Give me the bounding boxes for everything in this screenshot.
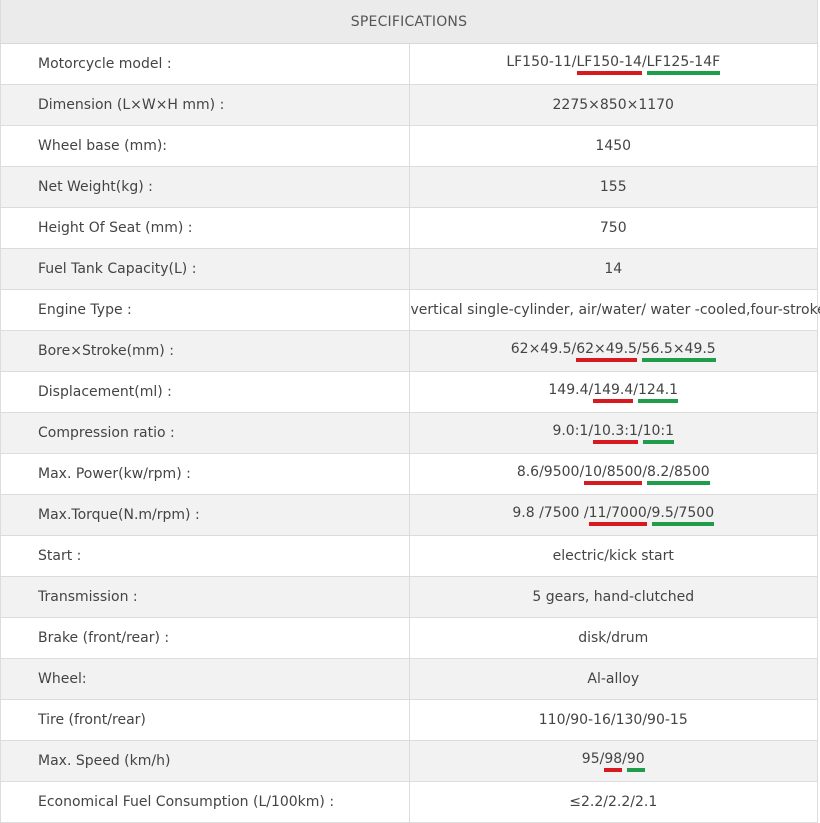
spec-value: disk/drum (409, 618, 818, 659)
value-segment: vertical single-cylinder, air/water/ wat… (411, 301, 820, 319)
table-row: Fuel Tank Capacity(L) : 14 (1, 249, 818, 290)
table-row: Transmission : 5 gears, hand-clutched (1, 577, 818, 618)
spec-label: Wheel base (mm): (1, 126, 410, 167)
spec-label: Dimension (L×W×H mm) : (1, 85, 410, 126)
spec-value: 750 (409, 208, 818, 249)
spec-label: Compression ratio : (1, 413, 410, 454)
value-segment: 95/ (582, 750, 605, 768)
table-row: Wheel: Al-alloy (1, 659, 818, 700)
table-row: Wheel base (mm): 1450 (1, 126, 818, 167)
value-segment-green-underlined: LF125-14F (647, 53, 721, 75)
spec-label: Fuel Tank Capacity(L) : (1, 249, 410, 290)
table-row: Motorcycle model :LF150-11/LF150-14/LF12… (1, 44, 818, 85)
table-row: Engine Type :vertical single-cylinder, a… (1, 290, 818, 331)
spec-value: vertical single-cylinder, air/water/ wat… (409, 290, 818, 331)
table-header-row: SPECIFICATIONS (1, 0, 818, 44)
specifications-table: SPECIFICATIONS Motorcycle model :LF150-1… (0, 0, 818, 823)
value-segment: electric/kick start (553, 547, 674, 565)
value-segment-green-underlined: 8.2/8500 (647, 463, 710, 485)
spec-value: 110/90-16/130/90-15 (409, 700, 818, 741)
value-segment-red-underlined: 11/7000 (589, 504, 647, 526)
table-row: Max. Power(kw/rpm) :8.6/9500/10/8500 /8.… (1, 454, 818, 495)
spec-value: 1450 (409, 126, 818, 167)
spec-value: 9.8 /7500 /11/7000/9.5/7500 (409, 495, 818, 536)
table-row: Brake (front/rear) : disk/drum (1, 618, 818, 659)
spec-label: Displacement(ml) : (1, 372, 410, 413)
spec-label: Engine Type : (1, 290, 410, 331)
table-body: Motorcycle model :LF150-11/LF150-14/LF12… (1, 44, 818, 823)
value-segment-red-underlined: 10.3:1 (593, 422, 638, 444)
value-segment: Al-alloy (587, 670, 639, 688)
spec-value: 149.4/149.4/124.1 (409, 372, 818, 413)
table-row: Net Weight(kg) : 155 (1, 167, 818, 208)
spec-label: Max. Speed (km/h) (1, 741, 410, 782)
table-row: Height Of Seat (mm) : 750 (1, 208, 818, 249)
value-segment: 8.6/9500/ (517, 463, 584, 481)
table-row: Bore×Stroke(mm) :62×49.5/62×49.5/56.5×49… (1, 331, 818, 372)
spec-label: Brake (front/rear) : (1, 618, 410, 659)
spec-label: Bore×Stroke(mm) : (1, 331, 410, 372)
value-segment: 9.8 /7500 / (512, 504, 588, 522)
value-segment: 62×49.5/ (511, 340, 576, 358)
spec-label: Max.Torque(N.m/rpm) : (1, 495, 410, 536)
value-segment-red-underlined: 149.4 (593, 381, 633, 403)
table-row: Dimension (L×W×H mm) : 2275×850×1170 (1, 85, 818, 126)
spec-value: 14 (409, 249, 818, 290)
value-segment: 5 gears, hand-clutched (532, 588, 694, 606)
value-segment-green-underlined: 9.5/7500 (652, 504, 715, 526)
value-segment-green-underlined: 90 (627, 750, 645, 772)
spec-label: Wheel: (1, 659, 410, 700)
table-row: Start : electric/kick start (1, 536, 818, 577)
value-segment-red-underlined: 98 (604, 750, 622, 772)
table-row: Displacement(ml) :149.4/149.4/124.1 (1, 372, 818, 413)
spec-value: 155 (409, 167, 818, 208)
value-segment: 14 (604, 260, 622, 278)
spec-label: Transmission : (1, 577, 410, 618)
spec-value: LF150-11/LF150-14/LF125-14F (409, 44, 818, 85)
table-row: Compression ratio :9.0:1/10.3:1/10:1 (1, 413, 818, 454)
spec-label: Tire (front/rear) (1, 700, 410, 741)
value-segment: 9.0:1/ (552, 422, 593, 440)
spec-label: Motorcycle model : (1, 44, 410, 85)
spec-label: Height Of Seat (mm) : (1, 208, 410, 249)
value-segment: 2275×850×1170 (553, 96, 674, 114)
value-segment-green-underlined: 10:1 (643, 422, 674, 444)
spec-value: ≤2.2/2.2/2.1 (409, 782, 818, 823)
value-segment-green-underlined: 124.1 (638, 381, 678, 403)
spec-value: 95/98/90 (409, 741, 818, 782)
table-row: Economical Fuel Consumption (L/100km) : ≤… (1, 782, 818, 823)
value-segment-red-underlined: LF150-14 (577, 53, 642, 75)
spec-label: Start : (1, 536, 410, 577)
value-segment-red-underlined: 62×49.5 (576, 340, 637, 362)
value-segment: LF150-11/ (506, 53, 576, 71)
spec-label: Net Weight(kg) : (1, 167, 410, 208)
spec-value: 9.0:1/10.3:1/10:1 (409, 413, 818, 454)
spec-value: 8.6/9500/10/8500 /8.2/8500 (409, 454, 818, 495)
value-segment: 110/90-16/130/90-15 (539, 711, 688, 729)
value-segment: 1450 (595, 137, 631, 155)
value-segment: 750 (600, 219, 627, 237)
spec-value: electric/kick start (409, 536, 818, 577)
spec-value: 2275×850×1170 (409, 85, 818, 126)
table-row: Max.Torque(N.m/rpm) :9.8 /7500 /11/7000/… (1, 495, 818, 536)
spec-value: 5 gears, hand-clutched (409, 577, 818, 618)
value-segment: disk/drum (578, 629, 648, 647)
spec-value: Al-alloy (409, 659, 818, 700)
table-header-title: SPECIFICATIONS (1, 0, 818, 44)
value-segment: ≤2.2/2.2/2.1 (569, 793, 657, 811)
value-segment-green-underlined: 56.5×49.5 (642, 340, 716, 362)
spec-label: Max. Power(kw/rpm) : (1, 454, 410, 495)
value-segment: 149.4/ (548, 381, 593, 399)
table-row: Max. Speed (km/h)95/98/90 (1, 741, 818, 782)
spec-label: Economical Fuel Consumption (L/100km) : (1, 782, 410, 823)
table-row: Tire (front/rear) 110/90-16/130/90-15 (1, 700, 818, 741)
value-segment-red-underlined: 10/8500 (584, 463, 642, 485)
value-segment: 155 (600, 178, 627, 196)
spec-value: 62×49.5/62×49.5/56.5×49.5 (409, 331, 818, 372)
